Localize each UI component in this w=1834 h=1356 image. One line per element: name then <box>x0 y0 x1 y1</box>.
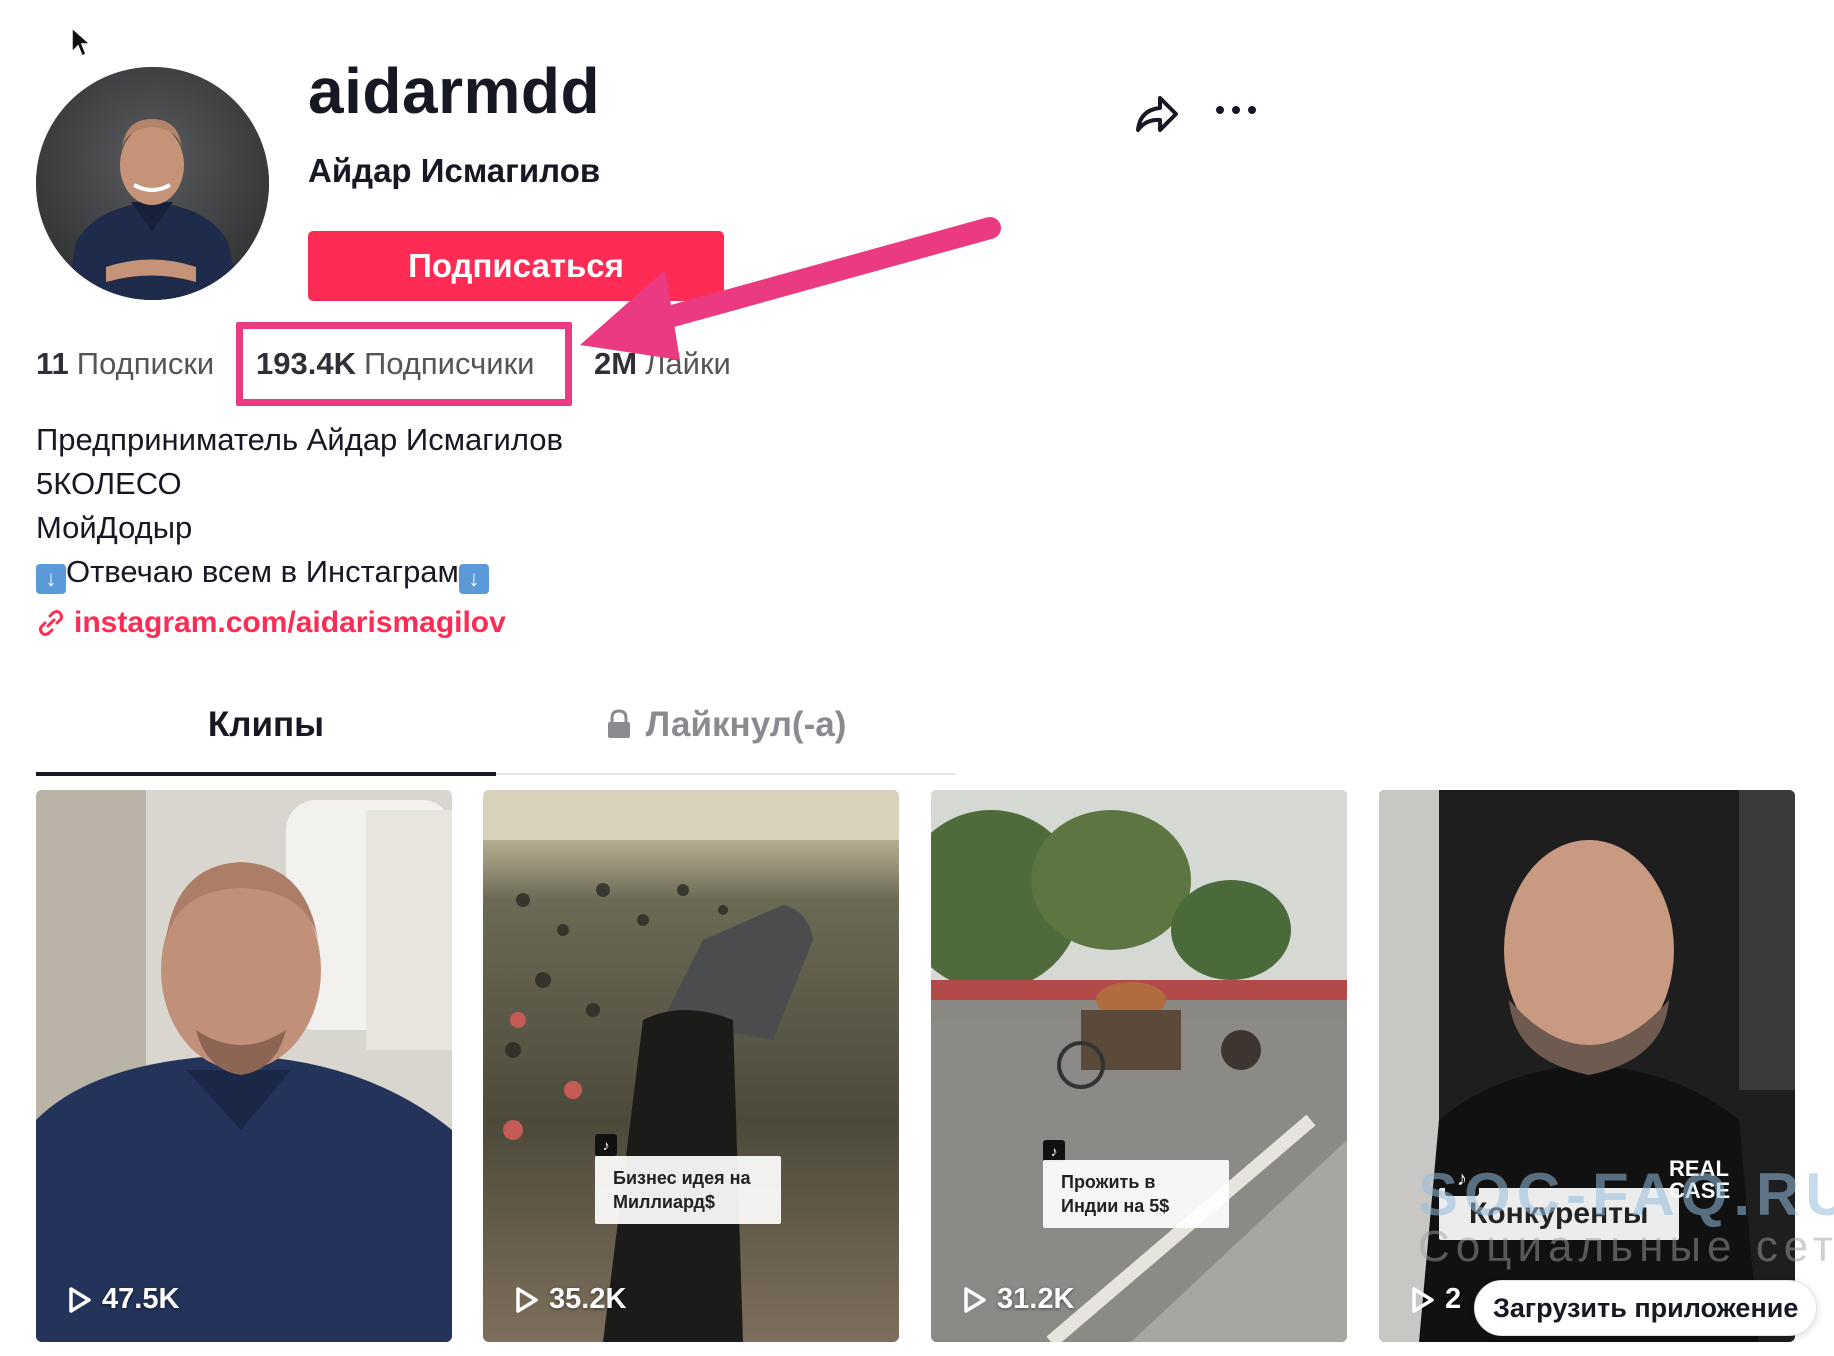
watermark: SOC-FAQ.RU <box>1418 1161 1834 1228</box>
video-thumbnail <box>483 790 899 1342</box>
bio-link-text: instagram.com/aidarismagilov <box>74 606 506 639</box>
tiktok-icon: ♪ <box>1043 1140 1065 1162</box>
bio-line: 5КОЛЕСО <box>36 466 182 501</box>
watermark-subtitle: Социальные сети <box>1418 1222 1834 1271</box>
view-count-text: 2 <box>1445 1283 1462 1315</box>
get-app-button[interactable]: Загрузить приложение <box>1474 1280 1818 1336</box>
bio: Предприниматель Айдар Исмагилов 5КОЛЕСО … <box>36 418 563 594</box>
tiktok-icon: ♪ <box>595 1134 617 1156</box>
view-count: 2 <box>1411 1283 1461 1316</box>
tab-liked[interactable]: Лайкнул(-а) <box>496 705 956 773</box>
avatar <box>36 67 269 300</box>
video-card[interactable]: ♪ Прожить в Индии на 5$ 31.2K <box>931 790 1347 1342</box>
link-icon <box>39 610 63 636</box>
play-icon <box>69 1286 91 1313</box>
video-thumbnail <box>931 790 1347 1342</box>
view-count: 47.5K <box>68 1283 179 1316</box>
bio-line: Предприниматель Айдар Исмагилов <box>36 422 564 457</box>
annotation-arrow-icon <box>580 217 1001 360</box>
following-label: Подписки <box>76 346 215 381</box>
video-caption: Прожить в Индии на 5$ <box>1043 1160 1229 1228</box>
view-count-text: 35.2K <box>549 1283 627 1315</box>
share-icon[interactable] <box>1128 86 1184 142</box>
video-thumbnail <box>36 790 452 1342</box>
view-count: 35.2K <box>515 1283 626 1316</box>
stat-following[interactable]: 11 Подписки <box>36 346 214 382</box>
tab-videos[interactable]: Клипы <box>36 705 496 776</box>
view-count: 31.2K <box>963 1283 1074 1316</box>
more-icon[interactable] <box>1210 86 1266 142</box>
cursor-icon <box>71 26 92 58</box>
annotation-highlight-box <box>236 322 572 406</box>
down-arrow-emoji-icon: ↓ <box>36 564 66 594</box>
tab-videos-label: Клипы <box>207 705 325 744</box>
lock-icon <box>607 709 630 738</box>
bio-line: МойДодыр <box>36 510 193 545</box>
following-count: 11 <box>36 346 69 381</box>
view-count-text: 47.5K <box>102 1283 180 1315</box>
play-icon <box>1412 1286 1434 1313</box>
tab-liked-label: Лайкнул(-а) <box>645 705 847 744</box>
username: aidarmdd <box>308 55 601 127</box>
bio-line-4: ↓ Отвечаю всем в Инстаграм ↓ <box>36 550 563 594</box>
bio-link[interactable]: instagram.com/aidarismagilov <box>36 606 506 640</box>
video-card[interactable]: ♪ Бизнес идея на Миллиард$ 35.2K <box>483 790 899 1342</box>
video-caption: Бизнес идея на Миллиард$ <box>595 1156 781 1224</box>
play-icon <box>964 1286 986 1313</box>
down-arrow-emoji-icon: ↓ <box>458 564 489 594</box>
view-count-text: 31.2K <box>997 1283 1075 1315</box>
video-card[interactable]: 47.5K <box>36 790 452 1342</box>
profile-tabs: Клипы Лайкнул(-а) <box>36 705 956 776</box>
bio-line: Отвечаю всем в Инстаграм <box>66 554 459 589</box>
full-name: Айдар Исмагилов <box>308 152 601 189</box>
play-icon <box>516 1286 538 1313</box>
